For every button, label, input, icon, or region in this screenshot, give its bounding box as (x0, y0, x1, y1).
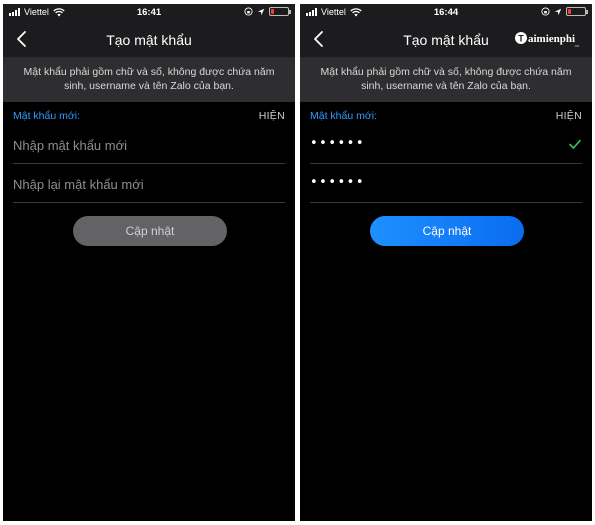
password-label-row: Mật khẩu mới: HIỆN (310, 108, 582, 124)
location-icon (554, 8, 562, 15)
new-password-field[interactable] (13, 126, 285, 164)
show-password-toggle[interactable]: HIỆN (556, 110, 582, 122)
password-rules-notice: Mật khẩu phải gồm chữ và số, không được … (300, 58, 592, 102)
status-bar: Viettel 16:44 (300, 4, 592, 22)
status-right-icons (244, 7, 291, 16)
confirm-password-masked-value[interactable]: •••••• (310, 175, 365, 190)
battery-icon (269, 7, 291, 16)
password-rules-notice: Mật khẩu phải gồm chữ và số, không được … (3, 58, 295, 102)
show-password-toggle[interactable]: HIỆN (259, 110, 285, 122)
phone-screen-before: Viettel 16:41 Tạo mật khẩu Mật khẩu phải… (3, 4, 295, 521)
lock-rotation-icon (244, 7, 253, 16)
new-password-label: Mật khẩu mới: (310, 110, 377, 122)
confirm-password-field[interactable]: •••••• (310, 165, 582, 203)
new-password-label: Mật khẩu mới: (13, 110, 80, 122)
update-button[interactable]: Cập nhật (73, 216, 227, 246)
new-password-field[interactable]: •••••• (310, 126, 582, 164)
update-button[interactable]: Cập nhật (370, 216, 524, 246)
taimienphi-logo: T aimienphi .vn (515, 32, 579, 48)
new-password-masked-value[interactable]: •••••• (310, 136, 365, 151)
page-title: Tạo mật khẩu (106, 32, 192, 48)
lock-rotation-icon (541, 7, 550, 16)
svg-text:T: T (518, 34, 524, 44)
status-right-icons (541, 7, 588, 16)
svg-text:.vn: .vn (574, 43, 579, 48)
location-icon (257, 8, 265, 15)
svg-text:aimienphi: aimienphi (528, 33, 575, 45)
phone-screen-after: Viettel 16:44 Tạo mật khẩu T aimienphi .… (300, 4, 592, 521)
new-password-input[interactable] (13, 134, 285, 156)
checkmark-icon (569, 139, 581, 149)
confirm-password-input[interactable] (13, 173, 285, 195)
status-bar: Viettel 16:41 (3, 4, 295, 22)
nav-bar: Tạo mật khẩu (3, 22, 295, 58)
password-label-row: Mật khẩu mới: HIỆN (13, 108, 285, 124)
nav-bar: Tạo mật khẩu T aimienphi .vn (300, 22, 592, 58)
confirm-password-field[interactable] (13, 165, 285, 203)
battery-icon (566, 7, 588, 16)
